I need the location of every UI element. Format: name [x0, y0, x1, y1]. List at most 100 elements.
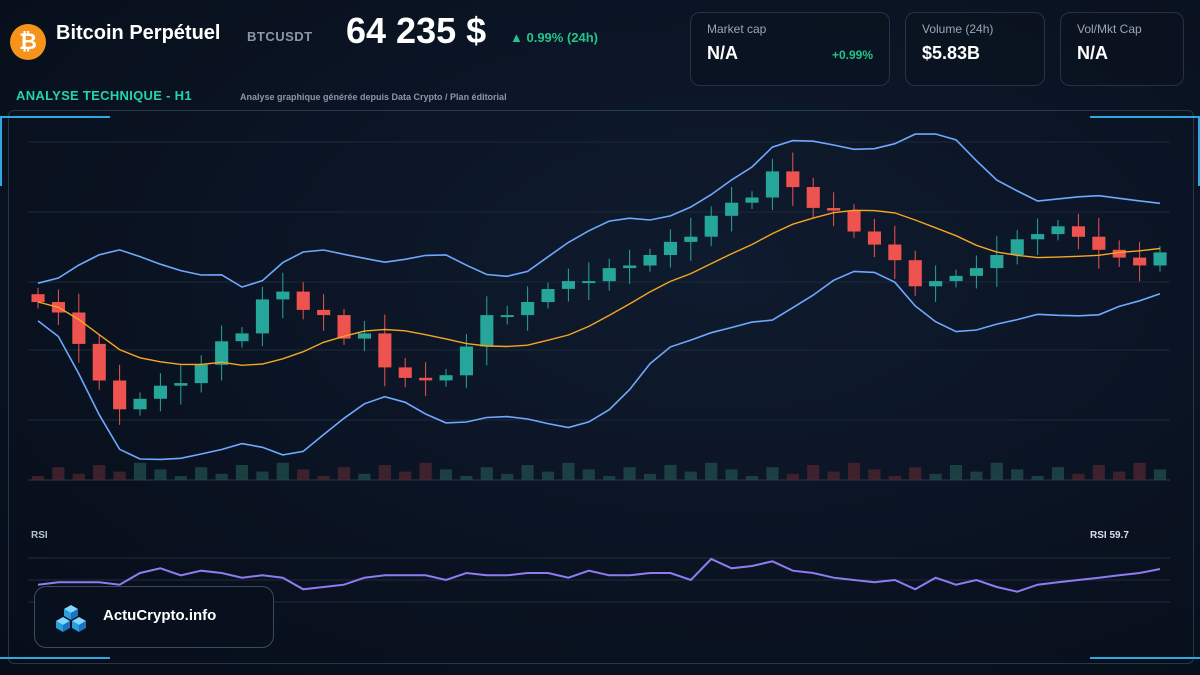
volume-bar — [766, 467, 779, 480]
candle-body — [133, 398, 147, 410]
candle-body — [480, 315, 494, 347]
candle-body — [357, 333, 371, 339]
volume-bar — [970, 471, 983, 480]
cubes-logo-icon — [56, 605, 86, 632]
candle-body — [276, 291, 290, 300]
volume-bar — [541, 471, 555, 480]
moving-average-line — [37, 209, 1161, 367]
candle-body — [867, 231, 881, 245]
volume-bar — [1072, 473, 1085, 480]
candle-body — [317, 309, 331, 316]
candle-body — [908, 260, 922, 287]
volume-bar — [337, 467, 351, 480]
candle-body — [296, 291, 310, 310]
volume-bar — [378, 465, 391, 480]
volume-bar — [297, 469, 310, 480]
candle-body — [31, 294, 45, 302]
vol-mkt-cap-label: Vol/Mkt Cap — [1077, 22, 1142, 36]
volume-bar — [1153, 469, 1167, 480]
volume-bar — [1011, 469, 1024, 480]
candle-body — [827, 208, 841, 211]
volume-bar — [909, 467, 922, 480]
volume-bar — [705, 462, 718, 480]
volume-bar — [949, 465, 963, 480]
candle-body — [1031, 234, 1045, 240]
analysis-title: ANALYSE TECHNIQUE - H1 — [16, 88, 192, 103]
candle-body — [174, 383, 188, 386]
candle-body — [1051, 226, 1065, 235]
candle-body — [806, 187, 820, 208]
candle-body — [561, 281, 575, 289]
candle-body — [255, 299, 269, 334]
volume-bar — [1092, 465, 1105, 480]
candle-body — [745, 197, 759, 203]
candle-body — [990, 255, 1004, 269]
volume-bar — [1113, 471, 1126, 480]
volume-bar — [358, 473, 371, 480]
volume-bar — [1031, 476, 1044, 480]
vol-mkt-cap-card: Vol/Mkt Cap N/A — [1060, 12, 1184, 86]
candle-body — [969, 268, 983, 276]
market-cap-label: Market cap — [707, 22, 767, 36]
volume-bar — [888, 476, 901, 480]
candle-body — [153, 385, 167, 399]
market-cap-change: +0.99% — [831, 48, 873, 62]
candle-body — [582, 281, 596, 284]
current-price: 64 235 $ — [346, 10, 487, 51]
candle-body — [643, 255, 657, 266]
candle-body — [113, 380, 127, 410]
volume-bar — [419, 462, 432, 480]
candle-body — [378, 333, 392, 368]
bitcoin-icon: ₿ — [10, 24, 46, 60]
candle-body — [725, 202, 739, 216]
candle-body — [1010, 239, 1024, 255]
candle-body — [684, 236, 698, 242]
pair-name: Bitcoin Perpétuel — [56, 22, 221, 44]
candle-body — [949, 275, 963, 282]
candle-body — [500, 315, 514, 318]
volume-bar — [72, 473, 85, 480]
volume-bar — [113, 471, 126, 480]
candle-body — [765, 171, 779, 198]
brand-name: ActuCrypto.info — [103, 607, 217, 624]
volume-bar — [1133, 462, 1146, 480]
volume-bar — [603, 476, 616, 480]
candle-body — [419, 377, 433, 381]
volume-bar — [256, 471, 269, 480]
candle-body — [1092, 236, 1106, 250]
volume-bar — [786, 473, 799, 480]
candle-body — [1071, 226, 1085, 237]
candle-body — [439, 375, 453, 381]
candle-body — [888, 244, 902, 261]
volume-bar — [1051, 467, 1065, 480]
market-cap-value: N/A — [707, 43, 738, 63]
brand-badge[interactable]: ActuCrypto.info — [34, 586, 274, 648]
volume-bar — [725, 469, 738, 480]
volume-bar — [684, 471, 697, 480]
volume-bar — [93, 465, 106, 480]
volume-label: Volume (24h) — [922, 22, 994, 36]
analysis-subtitle: Analyse graphique générée depuis Data Cr… — [240, 92, 507, 102]
volume-bar — [643, 473, 657, 480]
price-change: ▲ 0.99% (24h) — [510, 30, 599, 45]
volume-bar — [827, 471, 840, 480]
candle-body — [623, 265, 637, 269]
candle-body — [663, 241, 677, 255]
volume-bar — [174, 476, 187, 480]
market-cap-card: Market cap N/A +0.99% — [690, 12, 890, 86]
volume-bar — [521, 465, 534, 480]
volume-bar — [460, 476, 473, 480]
volume-bar — [31, 476, 45, 480]
volume-bar — [317, 476, 330, 480]
volume-bar — [929, 473, 942, 480]
candle-body — [521, 302, 535, 316]
vol-mkt-cap-value: N/A — [1077, 43, 1108, 63]
candle-body — [1153, 252, 1167, 266]
volume-bar — [664, 465, 677, 480]
rsi-value-label: RSI 59.7 — [1090, 530, 1129, 541]
volume-bar — [276, 462, 289, 480]
volume-bar — [480, 467, 493, 480]
candle-body — [786, 171, 800, 188]
candle-body — [235, 333, 249, 342]
candle-body — [215, 341, 229, 365]
